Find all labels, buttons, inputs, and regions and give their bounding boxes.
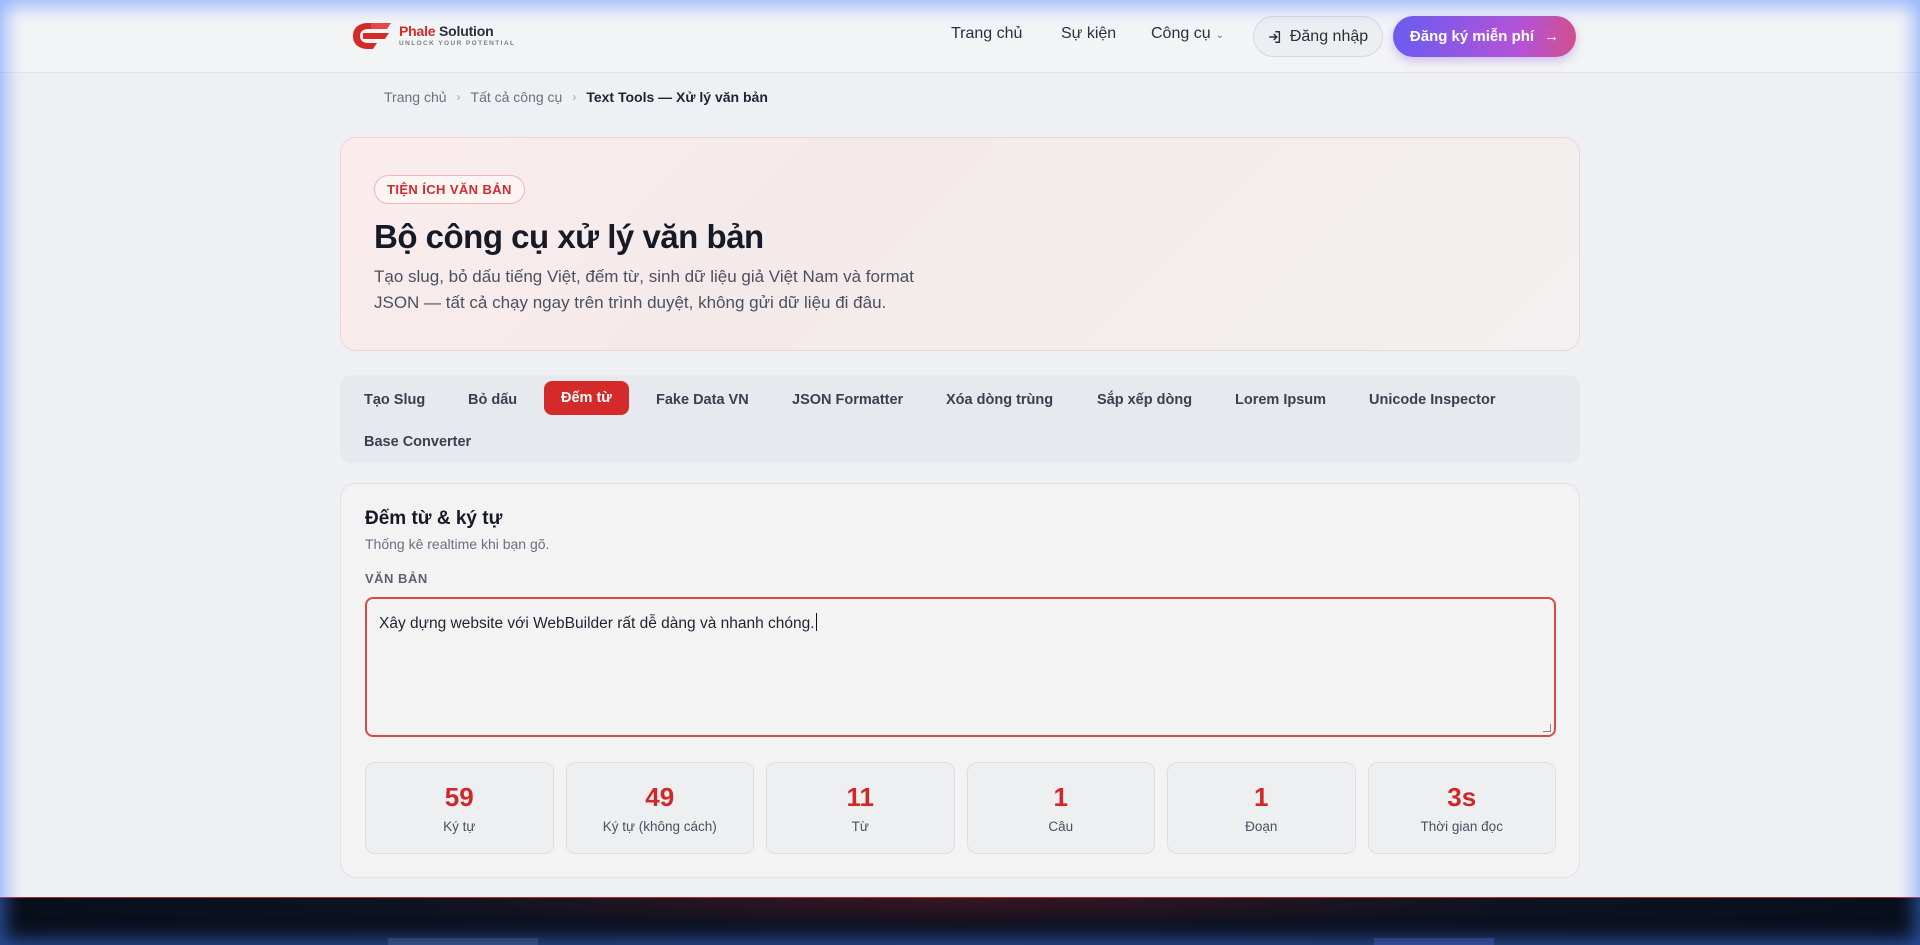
site-logo[interactable]: Phale Solution UNLOCK YOUR POTENTIAL — [349, 20, 515, 52]
tab-tao-slug[interactable]: Tạo Slug — [364, 383, 425, 417]
resize-handle-icon[interactable] — [1543, 724, 1551, 732]
login-icon — [1268, 30, 1280, 43]
stat-words: 11 Từ — [766, 762, 955, 854]
stats-row: 59 Ký tự 49 Ký tự (không cách) 11 Từ 1 C… — [365, 762, 1556, 854]
stat-value: 1 — [1254, 782, 1269, 812]
tab-bo-dau[interactable]: Bỏ dấu — [468, 383, 517, 417]
tool-tabs: Tạo Slug Bỏ dấu Đếm từ Fake Data VN JSON… — [340, 375, 1580, 463]
nav-home[interactable]: Trang chủ — [951, 25, 1022, 43]
footer-link-partial — [1374, 938, 1494, 945]
signup-label: Đăng ký miễn phí — [1409, 28, 1535, 45]
login-button[interactable]: Đăng nhập — [1253, 16, 1383, 57]
tab-xoa-dong-trung[interactable]: Xóa dòng trùng — [946, 383, 1053, 417]
breadcrumb-home[interactable]: Trang chủ — [384, 89, 447, 105]
breadcrumb-separator-icon: › — [456, 90, 461, 104]
stat-label: Từ — [851, 819, 869, 834]
tool-subtitle: Thống kê realtime khi bạn gõ. — [365, 536, 550, 552]
stat-characters-no-spaces: 49 Ký tự (không cách) — [565, 762, 754, 854]
stat-sentences: 1 Câu — [966, 762, 1155, 854]
stat-value: 11 — [846, 782, 875, 812]
stat-label: Câu — [1048, 819, 1074, 834]
footer-heading-partial — [388, 938, 538, 945]
hero-card: TIỆN ÍCH VĂN BẢN Bộ công cụ xử lý văn bả… — [340, 137, 1580, 351]
top-navbar: Phale Solution UNLOCK YOUR POTENTIAL Tra… — [0, 0, 1920, 73]
nav-tools[interactable]: Công cụ ⌄ — [1151, 25, 1224, 43]
tab-lorem-ipsum[interactable]: Lorem Ipsum — [1235, 383, 1326, 417]
site-footer — [0, 897, 1920, 945]
arrow-right-icon: → — [1544, 28, 1560, 45]
hero-description: Tạo slug, bỏ dấu tiếng Việt, đếm từ, sin… — [374, 267, 914, 312]
tool-title: Đếm từ & ký tự — [365, 508, 503, 529]
stat-paragraphs: 1 Đoạn — [1167, 762, 1356, 854]
tab-json-formatter[interactable]: JSON Formatter — [792, 383, 903, 417]
breadcrumb-current: Text Tools — Xử lý văn bản — [586, 89, 768, 105]
stat-value: 1 — [1053, 782, 1068, 812]
stat-label: Ký tự — [443, 819, 476, 834]
breadcrumb: Trang chủ › Tất cả công cụ › Text Tools … — [384, 89, 768, 105]
login-label: Đăng nhập — [1289, 27, 1369, 45]
stat-reading-time: 3s Thời gian đọc — [1367, 762, 1556, 854]
nav-events[interactable]: Sự kiện — [1061, 25, 1116, 43]
text-caret — [815, 613, 817, 631]
page-title: Bộ công cụ xử lý văn bản — [374, 218, 764, 255]
tab-unicode-inspector[interactable]: Unicode Inspector — [1369, 383, 1496, 417]
stat-label: Thời gian đọc — [1420, 819, 1503, 834]
stat-value: 59 — [444, 782, 474, 812]
chevron-down-icon: ⌄ — [1215, 30, 1224, 41]
stat-value: 49 — [645, 782, 675, 812]
signup-button[interactable]: Đăng ký miễn phí → — [1393, 16, 1576, 57]
breadcrumb-separator-icon: › — [572, 90, 577, 104]
tab-base-converter[interactable]: Base Converter — [364, 425, 471, 459]
text-input[interactable]: Xây dựng website với WebBuilder rất dễ d… — [365, 597, 1556, 737]
nav-tools-label: Công cụ — [1151, 25, 1211, 42]
logo-tagline: UNLOCK YOUR POTENTIAL — [399, 40, 516, 48]
stat-value: 3s — [1447, 782, 1477, 812]
text-input-value: Xây dựng website với WebBuilder rất dễ d… — [379, 615, 815, 632]
breadcrumb-all-tools[interactable]: Tất cả công cụ — [471, 89, 563, 105]
tab-dem-tu[interactable]: Đếm từ — [544, 381, 629, 415]
stat-characters: 59 Ký tự — [365, 762, 554, 854]
stat-label: Đoạn — [1245, 819, 1278, 834]
logo-mark-icon — [353, 23, 391, 49]
tab-fake-data-vn[interactable]: Fake Data VN — [656, 383, 749, 417]
hero-badge: TIỆN ÍCH VĂN BẢN — [374, 175, 525, 204]
text-field-label: VĂN BẢN — [365, 571, 428, 586]
tab-sap-xep-dong[interactable]: Sắp xếp dòng — [1097, 383, 1192, 417]
stat-label: Ký tự (không cách) — [602, 819, 717, 834]
logo-name: Phale Solution — [399, 23, 494, 40]
word-count-tool: Đếm từ & ký tự Thống kê realtime khi bạn… — [340, 483, 1580, 878]
